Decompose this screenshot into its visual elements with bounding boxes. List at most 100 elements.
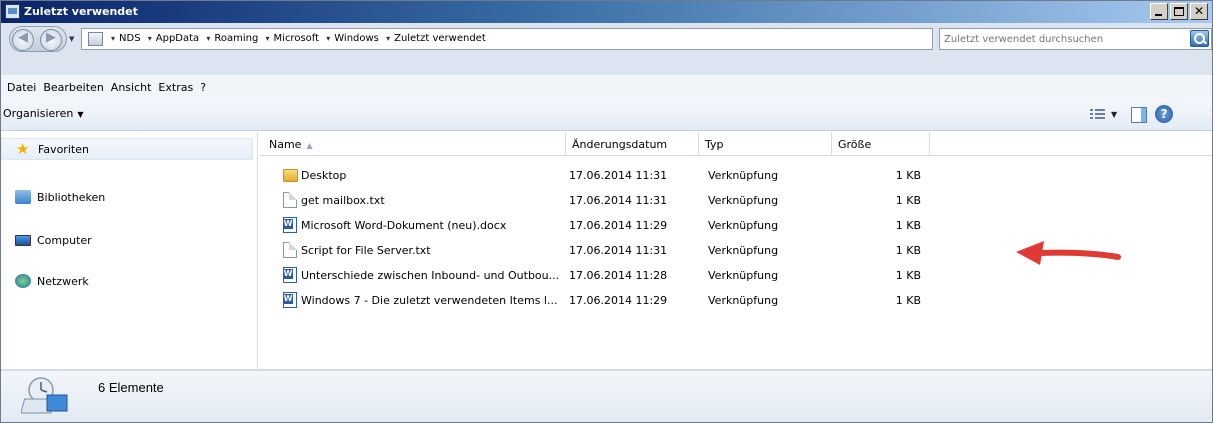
nav-item-label: Computer — [37, 233, 92, 247]
column-header-name[interactable]: Name ▲ — [259, 132, 566, 156]
file-date: 17.06.2014 11:31 — [569, 194, 668, 207]
recent-pages-dropdown[interactable]: ▼ — [69, 35, 74, 43]
breadcrumb-separator[interactable]: ▾ — [386, 34, 390, 43]
word-document-icon — [283, 267, 297, 283]
search-box[interactable] — [939, 28, 1212, 50]
back-arrow-icon: ◀ — [18, 30, 28, 45]
file-name: get mailbox.txt — [301, 194, 385, 207]
breadcrumb-item[interactable]: AppData — [156, 33, 199, 44]
nav-item-network[interactable]: Netzwerk — [15, 272, 89, 290]
back-button[interactable]: ◀ — [12, 29, 34, 51]
forward-button[interactable]: ▶ — [40, 29, 62, 51]
command-bar: Organisieren ▼ ▼ ? — [1, 99, 1212, 131]
breadcrumb-separator[interactable]: ▾ — [111, 34, 115, 43]
column-header-type[interactable]: Typ — [699, 132, 832, 156]
preview-pane-icon[interactable] — [1131, 107, 1147, 123]
breadcrumb-item[interactable]: Microsoft — [274, 33, 320, 44]
title-bar[interactable]: Zuletzt verwendet ✕ — [1, 1, 1212, 23]
help-icon[interactable]: ? — [1155, 105, 1173, 123]
window-title: Zuletzt verwendet — [24, 5, 138, 18]
breadcrumb-item[interactable]: Windows — [334, 33, 379, 44]
file-type: Verknüpfung — [708, 194, 779, 207]
menu-bar: Datei Bearbeiten Ansicht Extras ? — [1, 75, 1212, 99]
close-button[interactable]: ✕ — [1190, 3, 1208, 20]
minimize-button[interactable] — [1150, 3, 1168, 20]
file-name: Desktop — [301, 169, 347, 182]
breadcrumb-separator[interactable]: ▾ — [148, 34, 152, 43]
recent-items-icon — [21, 377, 68, 414]
column-header-date[interactable]: Änderungsdatum — [566, 132, 699, 156]
view-options-icon[interactable] — [1090, 107, 1105, 123]
table-row[interactable]: Microsoft Word-Dokument (neu).docx 17.06… — [259, 216, 959, 241]
search-input[interactable] — [940, 29, 1188, 49]
breadcrumb-item[interactable]: Zuletzt verwendet — [394, 33, 486, 44]
item-count: 6 Elemente — [98, 380, 164, 395]
search-icon[interactable] — [1190, 30, 1209, 47]
forward-arrow-icon: ▶ — [46, 30, 56, 45]
column-header-label: Änderungsdatum — [572, 138, 668, 151]
file-date: 17.06.2014 11:28 — [569, 269, 668, 282]
file-date: 17.06.2014 11:31 — [569, 169, 668, 182]
nav-item-computer[interactable]: Computer — [15, 231, 92, 249]
navigation-buttons: ◀ ▶ — [9, 26, 67, 52]
file-size: 1 KB — [895, 294, 921, 307]
nav-item-libraries[interactable]: Bibliotheken — [15, 188, 105, 206]
file-name: Unterschiede zwischen Inbound- und Outbo… — [301, 269, 560, 282]
menu-help[interactable]: ? — [197, 75, 210, 99]
file-type: Verknüpfung — [708, 169, 779, 182]
file-type: Verknüpfung — [708, 294, 779, 307]
organize-button[interactable]: Organisieren ▼ — [3, 107, 83, 120]
breadcrumb-item[interactable]: Roaming — [214, 33, 258, 44]
file-date: 17.06.2014 11:31 — [569, 244, 668, 257]
details-pane: 6 Elemente — [1, 369, 1212, 422]
file-size: 1 KB — [895, 269, 921, 282]
breadcrumb-separator[interactable]: ▾ — [266, 34, 270, 43]
network-icon — [15, 274, 31, 288]
file-type: Verknüpfung — [708, 269, 779, 282]
nav-item-favorites[interactable]: ★ Favoriten — [1, 138, 253, 160]
library-icon — [15, 190, 31, 204]
star-icon: ★ — [16, 140, 30, 158]
sort-ascending-icon: ▲ — [306, 141, 313, 150]
window-icon — [5, 4, 20, 19]
file-name: Windows 7 - Die zuletzt verwendeten Item… — [301, 294, 558, 307]
nav-item-label: Favoriten — [38, 142, 89, 156]
text-file-icon — [283, 192, 297, 208]
text-file-icon — [283, 242, 297, 258]
maximize-button[interactable] — [1170, 3, 1188, 20]
menu-bearbeiten[interactable]: Bearbeiten — [40, 75, 107, 99]
word-document-icon — [283, 217, 297, 233]
table-row[interactable]: Unterschiede zwischen Inbound- und Outbo… — [259, 266, 959, 291]
menu-extras[interactable]: Extras — [155, 75, 197, 99]
breadcrumb-item[interactable]: NDS — [119, 33, 141, 44]
breadcrumb-separator[interactable]: ▾ — [206, 34, 210, 43]
organize-label: Organisieren — [3, 107, 74, 120]
address-bar[interactable]: ▾ NDS ▾ AppData ▾ Roaming ▾ Microsoft ▾ Windo… — [81, 28, 995, 50]
red-arrow-annotation — [1016, 241, 1121, 265]
table-row[interactable]: Script for File Server.txt 17.06.2014 11… — [259, 241, 959, 266]
menu-ansicht[interactable]: Ansicht — [108, 75, 156, 99]
column-header-label: Name — [269, 138, 302, 151]
breadcrumb-separator[interactable]: ▾ — [326, 34, 330, 43]
view-dropdown-icon[interactable]: ▼ — [1111, 110, 1117, 126]
address-bar-area: ◀ ▶ ▼ ▾ NDS ▾ AppData ▾ Roaming ▾ Microsoft … — [1, 23, 1212, 75]
minimize-icon — [1155, 14, 1162, 16]
file-date: 17.06.2014 11:29 — [569, 219, 668, 232]
computer-icon — [15, 234, 31, 246]
table-row[interactable]: get mailbox.txt 17.06.2014 11:31 Verknüp… — [259, 191, 959, 216]
file-type: Verknüpfung — [708, 244, 779, 257]
folder-icon — [283, 169, 298, 182]
file-name: Script for File Server.txt — [301, 244, 431, 257]
file-size: 1 KB — [895, 244, 921, 257]
caption-buttons: ✕ — [1150, 3, 1208, 20]
file-size: 1 KB — [895, 219, 921, 232]
menu-datei[interactable]: Datei — [4, 75, 40, 99]
column-header-size[interactable]: Größe — [832, 132, 930, 156]
maximize-icon — [1174, 7, 1184, 16]
file-size: 1 KB — [895, 169, 921, 182]
location-icon — [88, 32, 103, 46]
table-row[interactable]: Desktop 17.06.2014 11:31 Verknüpfung 1 K… — [259, 166, 959, 191]
word-document-icon — [283, 292, 297, 308]
column-header-label: Typ — [705, 138, 724, 151]
table-row[interactable]: Windows 7 - Die zuletzt verwendeten Item… — [259, 291, 959, 316]
